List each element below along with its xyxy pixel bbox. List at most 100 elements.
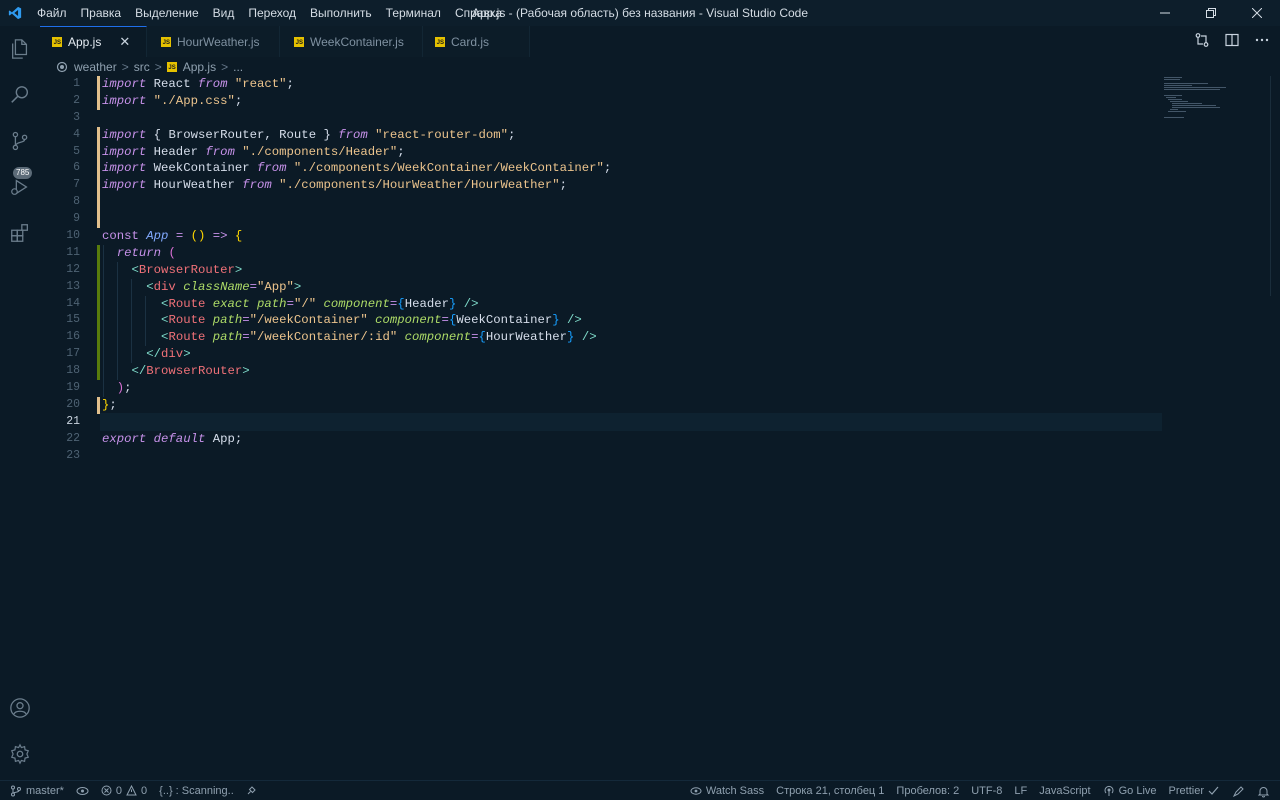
added-lines-indicator[interactable]	[97, 245, 100, 380]
eol-text: LF	[1014, 785, 1028, 797]
open-changes-button[interactable]	[1194, 32, 1210, 51]
vertical-scrollbar[interactable]	[1270, 76, 1280, 296]
broadcast-icon	[1104, 785, 1114, 796]
tab-label: HourWeather.js	[177, 34, 260, 49]
restore-button[interactable]	[1188, 0, 1234, 26]
menu-view[interactable]: Вид	[206, 0, 242, 26]
language-mode-selector[interactable]: JavaScript	[1033, 781, 1096, 800]
title-bar: Файл Правка Выделение Вид Переход Выполн…	[0, 0, 1280, 26]
eol-selector[interactable]: LF	[1008, 781, 1033, 800]
status-bar: master* 0 0 {..} : Scanning.. Watch Sass…	[0, 780, 1280, 800]
extension-status-button[interactable]	[240, 781, 263, 800]
extensions-button[interactable]	[0, 210, 40, 256]
line-number: 21	[66, 414, 80, 428]
code-line: const App = () => {	[102, 229, 243, 244]
menu-run[interactable]: Выполнить	[303, 0, 379, 26]
minimap-line	[1168, 111, 1186, 112]
problems-indicator[interactable]: 0 0	[95, 781, 153, 800]
eye-icon	[690, 787, 702, 795]
broadcast-icon	[76, 786, 89, 795]
watch-sass-button[interactable]: Watch Sass	[684, 781, 770, 800]
breadcrumb-app-js[interactable]: App.js	[183, 60, 216, 74]
close-tab-icon[interactable]: ✕	[119, 34, 130, 50]
indentation-selector[interactable]: Пробелов: 2	[890, 781, 965, 800]
feedback-button[interactable]	[1226, 781, 1251, 800]
window-controls	[1142, 0, 1280, 26]
ellipsis-icon	[1255, 38, 1269, 42]
minimap-line	[1164, 89, 1220, 90]
manage-button[interactable]	[0, 731, 40, 777]
more-actions-button[interactable]	[1254, 32, 1270, 51]
split-editor-button[interactable]	[1224, 32, 1240, 51]
code-line: <BrowserRouter>	[131, 262, 243, 277]
javascript-file-icon: JS	[294, 36, 304, 47]
notifications-button[interactable]	[1251, 781, 1280, 800]
javascript-file-icon: JS	[52, 37, 62, 47]
code-line: import HourWeather from "./components/Ho…	[102, 178, 567, 193]
line-number: 9	[73, 212, 80, 226]
chevron-right-icon: >	[121, 59, 129, 74]
go-live-button[interactable]: Go Live	[1097, 781, 1163, 800]
menu-help[interactable]: Справка	[448, 0, 509, 26]
menu-selection[interactable]: Выделение	[128, 0, 206, 26]
menu-go[interactable]: Переход	[241, 0, 303, 26]
line-number: 3	[73, 110, 80, 124]
search-button[interactable]	[0, 72, 40, 118]
menu-edit[interactable]: Правка	[74, 0, 129, 26]
accounts-button[interactable]	[0, 685, 40, 731]
compare-changes-icon	[1195, 33, 1209, 47]
prettier-label: Prettier	[1168, 785, 1204, 797]
minimap-line	[1166, 97, 1176, 98]
live-share-button[interactable]	[70, 781, 95, 800]
source-control-button[interactable]	[0, 118, 40, 164]
prettier-status[interactable]: Prettier	[1163, 781, 1226, 800]
minimap-line	[1164, 85, 1192, 86]
code-line: import WeekContainer from "./components/…	[102, 161, 612, 176]
code-line: </div>	[146, 347, 191, 362]
encoding-selector[interactable]: UTF-8	[965, 781, 1008, 800]
line-number: 23	[66, 448, 80, 462]
breadcrumb-weather[interactable]: weather	[74, 60, 117, 74]
scanning-text: {..} : Scanning..	[159, 784, 234, 797]
code-content[interactable]: import React from "react"; import "./App…	[102, 76, 1162, 464]
modified-lines-indicator[interactable]	[97, 76, 100, 110]
modified-lines-indicator[interactable]	[97, 397, 100, 414]
code-line: import Header from "./components/Header"…	[102, 144, 405, 159]
tab-hourweather-js[interactable]: JS HourWeather.js	[147, 26, 280, 57]
tab-card-js[interactable]: JS Card.js	[423, 26, 530, 57]
minimize-button[interactable]	[1142, 0, 1188, 26]
code-line: </BrowserRouter>	[131, 364, 250, 379]
indentation-text: Пробелов: 2	[896, 785, 960, 797]
tab-weekcontainer-js[interactable]: JS WeekContainer.js	[280, 26, 423, 57]
cursor-position[interactable]: Строка 21, столбец 1	[770, 781, 890, 800]
breadcrumb-src[interactable]: src	[134, 60, 150, 74]
run-debug-icon	[11, 179, 28, 195]
explorer-button[interactable]	[0, 26, 40, 72]
branch-indicator[interactable]: master*	[0, 781, 70, 800]
line-number: 4	[73, 127, 80, 141]
modified-lines-indicator[interactable]	[97, 127, 100, 228]
plug-icon	[247, 786, 256, 795]
line-number: 6	[73, 161, 80, 175]
code-editor[interactable]: 1 2 3 4 5 6 7 8 9 10 11 12 13 14 15 16 17 18 19 20 21 22 23 im…	[40, 76, 1280, 780]
line-number: 11	[66, 245, 80, 259]
scanning-indicator[interactable]: {..} : Scanning..	[153, 781, 240, 800]
line-number: 2	[73, 93, 80, 107]
tab-app-js[interactable]: JS App.js ✕	[40, 26, 147, 57]
breadcrumb-more[interactable]: ...	[233, 60, 243, 74]
minimap[interactable]	[1162, 76, 1270, 120]
close-icon	[1252, 8, 1262, 18]
code-line: <div className="App">	[146, 279, 302, 294]
line-number: 22	[66, 431, 80, 445]
minimap-line	[1172, 103, 1202, 104]
run-debug-button[interactable]	[0, 164, 40, 210]
code-line: import React from "react";	[102, 77, 294, 91]
chevron-right-icon: >	[154, 59, 162, 74]
cursor-position-text: Строка 21, столбец 1	[776, 785, 885, 797]
close-window-button[interactable]	[1234, 0, 1280, 26]
minimap-line	[1164, 77, 1182, 78]
menu-file[interactable]: Файл	[30, 0, 74, 26]
menu-terminal[interactable]: Терминал	[379, 0, 448, 26]
